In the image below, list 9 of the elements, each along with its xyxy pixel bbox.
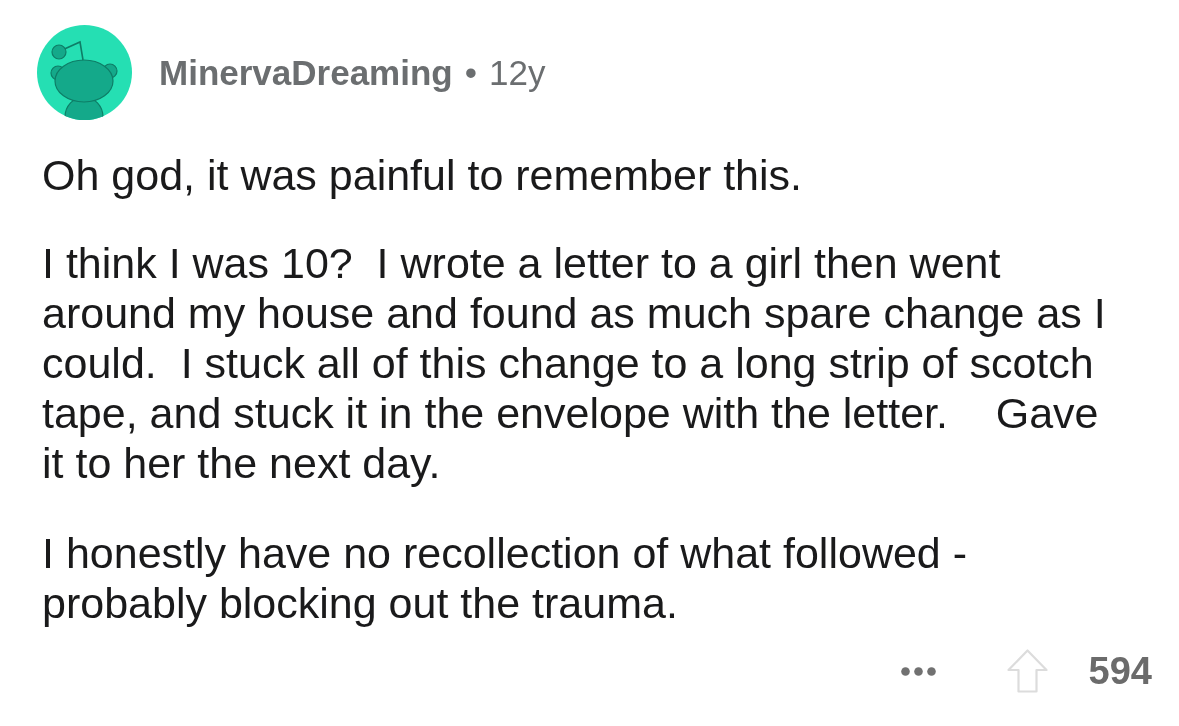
more-options-icon[interactable]	[900, 666, 936, 676]
comment-paragraph: I honestly have no recollection of what followed - probably blocking out the trauma.	[42, 528, 968, 628]
avatar-icon	[37, 25, 132, 120]
separator-dot: •	[464, 55, 477, 90]
comment-paragraph: I think I was 10? I wrote a letter to a girl then went around my house and found as much spare change as I could. I stuck all of this change to a long strip of scotch tape, and stuck it in the envelope with the letter. Gave it to her the next day.	[42, 238, 1106, 488]
comment-paragraph: Oh god, it was painful to remember this.	[42, 150, 803, 200]
post-age: 12y	[489, 55, 546, 90]
vote-count: 594	[1088, 652, 1152, 690]
username[interactable]: MinervaDreaming	[159, 55, 453, 90]
